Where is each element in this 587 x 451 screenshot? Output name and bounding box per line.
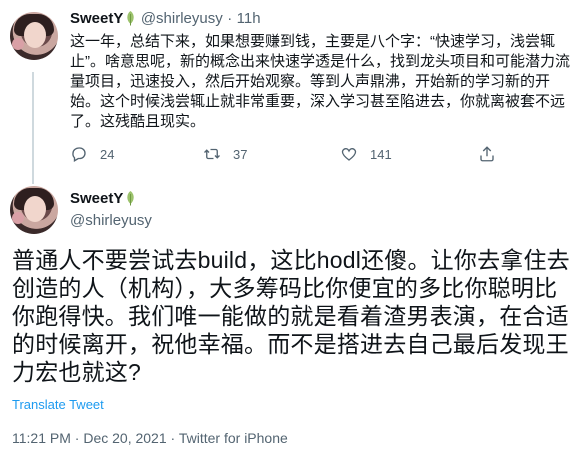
tweet-actions: 24 37 141 <box>70 145 510 165</box>
handle[interactable]: @shirleyusy <box>70 212 152 229</box>
share-icon <box>480 146 494 162</box>
tweet-time[interactable]: 11:21 PM <box>12 430 71 446</box>
avatar-face <box>24 196 46 222</box>
tweet-time[interactable]: 11h <box>237 10 261 27</box>
display-name-row: SweetY <box>70 190 136 208</box>
tweet-metadata: 11:21 PM · Dec 20, 2021 · Twitter for iP… <box>12 430 288 446</box>
tweet-date[interactable]: Dec 20, 2021 <box>83 430 166 446</box>
thread-line <box>32 72 34 184</box>
tweet-header: SweetY @shirleyusy · 11h <box>70 10 261 28</box>
leaf-emoji-icon <box>127 11 135 26</box>
retweet-count: 37 <box>233 146 248 162</box>
retweet-button[interactable]: 37 <box>203 145 247 163</box>
tweet-text: 这一年，总结下来，如果想要赚到钱，主要是八个字：“快速学习，浅尝辄止”。啥意思呢… <box>70 33 570 130</box>
tweet-text: 普通人不要尝试去build，这比hodl还傻。让你去拿住去创造的人（机构），大多… <box>12 247 570 385</box>
leaf-emoji-icon <box>127 191 135 206</box>
translate-tweet-link[interactable]: Translate Tweet <box>12 397 104 412</box>
retweet-icon <box>204 148 220 160</box>
avatar-face <box>24 22 46 48</box>
reply-button[interactable]: 24 <box>70 145 114 163</box>
like-count: 141 <box>370 146 392 162</box>
share-button[interactable] <box>478 145 508 163</box>
handle[interactable]: @shirleyusy <box>141 10 223 27</box>
separator: · <box>227 10 233 27</box>
display-name[interactable]: SweetY <box>70 190 123 207</box>
reply-count: 24 <box>100 146 115 162</box>
avatar-flower <box>12 212 24 224</box>
separator: · <box>170 430 176 446</box>
tweet-source[interactable]: Twitter for iPhone <box>179 430 288 446</box>
heart-icon <box>341 147 357 161</box>
comment-icon <box>72 147 86 162</box>
like-button[interactable]: 141 <box>340 145 392 163</box>
avatar[interactable] <box>10 186 58 234</box>
display-name[interactable]: SweetY <box>70 10 123 27</box>
avatar-flower <box>12 38 24 50</box>
avatar[interactable] <box>10 12 58 60</box>
separator: · <box>74 430 80 446</box>
